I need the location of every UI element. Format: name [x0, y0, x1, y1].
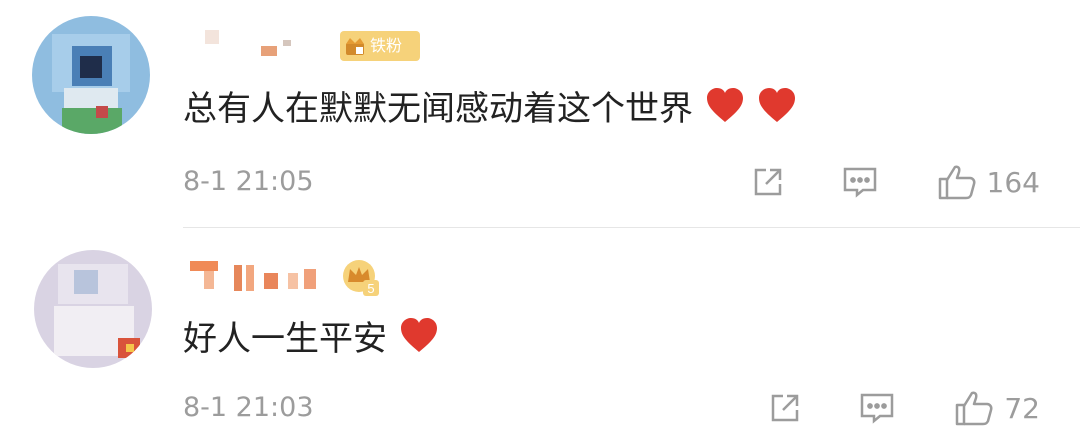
comment-icon [843, 167, 876, 198]
comment-text: 好人一生平安 [183, 316, 439, 361]
share-button[interactable] [750, 164, 786, 200]
comment-body: 好人一生平安 [183, 319, 387, 359]
comment-text: 总有人在默默无闻感动着这个世界 [183, 86, 797, 131]
heart-icon [707, 88, 743, 122]
comment-actions: 164 [750, 162, 1040, 202]
crown-icon: 5 [343, 260, 379, 296]
avatar[interactable] [32, 16, 150, 134]
comment-item: 5 好人一生平安 8-1 21:03 72 [0, 228, 1080, 426]
badge-label: 铁粉 [370, 36, 403, 55]
heart-icon [759, 88, 795, 122]
crown-icon [346, 38, 364, 55]
like-icon [938, 165, 976, 200]
comment-icon [861, 393, 894, 424]
share-icon [754, 168, 781, 196]
comment-item: 铁粉 总有人在默默无闻感动着这个世界 8-1 21:05 164 [0, 0, 1080, 228]
username-blurred[interactable] [205, 28, 295, 56]
like-icon [956, 391, 993, 426]
like-button[interactable]: 164 [937, 163, 1040, 201]
comment-body: 总有人在默默无闻感动着这个世界 [183, 89, 693, 129]
avatar[interactable] [34, 250, 152, 368]
username-blurred[interactable] [190, 261, 330, 291]
like-count: 164 [986, 165, 1040, 199]
comment-time: 8-1 21:03 [183, 392, 314, 423]
share-icon [772, 394, 799, 422]
comment-actions: 72 [767, 388, 1040, 428]
fan-badge: 铁粉 [340, 31, 420, 61]
reply-button[interactable] [858, 390, 896, 426]
reply-button[interactable] [841, 164, 879, 200]
badge-level: 5 [367, 281, 374, 296]
heart-icon [401, 318, 437, 352]
share-button[interactable] [767, 390, 803, 426]
vip-level-badge: 5 [341, 258, 381, 298]
like-button[interactable]: 72 [954, 389, 1040, 427]
like-count: 72 [1004, 391, 1040, 425]
comment-time: 8-1 21:05 [183, 166, 314, 197]
